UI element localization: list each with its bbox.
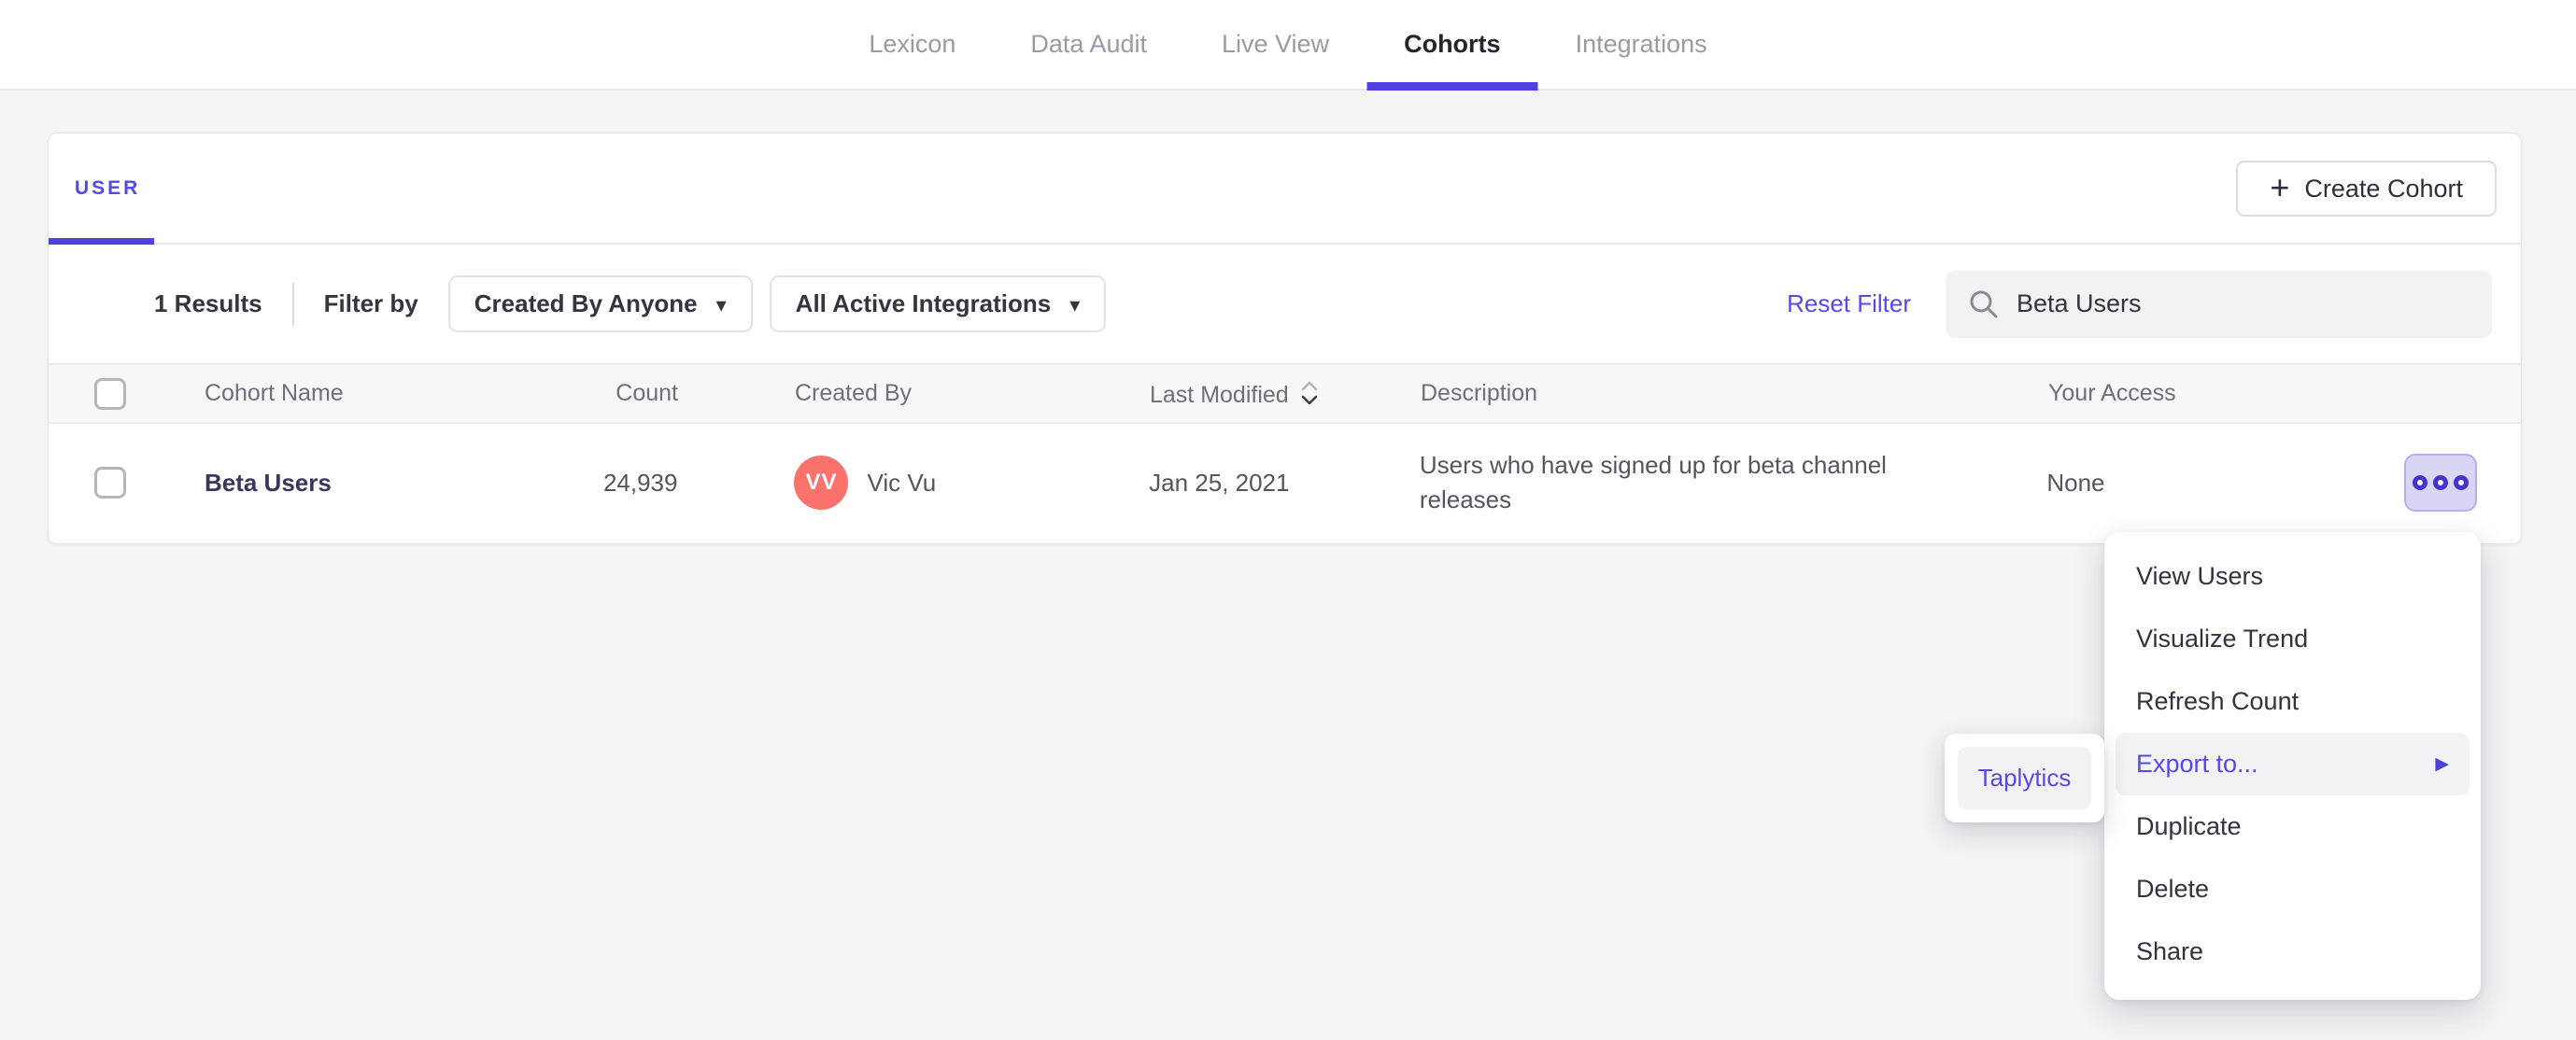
header-description: Description [1421, 379, 1538, 406]
user-tab-underline [49, 238, 154, 245]
tab-lexicon[interactable]: Lexicon [869, 0, 955, 89]
cohort-name-link[interactable]: Beta Users [205, 469, 332, 497]
tab-user-label: USER [75, 176, 141, 199]
chevron-down-icon: ▾ [715, 292, 727, 316]
header-count: Count [616, 380, 678, 406]
create-cohort-label: Create Cohort [2304, 174, 2463, 203]
tab-lexicon-label: Lexicon [869, 30, 956, 58]
created-by-dropdown[interactable]: Created By Anyone ▾ [447, 275, 753, 332]
search-icon [1970, 290, 1998, 317]
more-options-icon [2453, 475, 2469, 490]
more-options-button[interactable] [2403, 454, 2477, 512]
created-by-dropdown-value: Created By Anyone [474, 289, 698, 317]
reset-filter-link[interactable]: Reset Filter [1787, 289, 1911, 318]
menu-item-export-to-label: Export to... [2136, 750, 2258, 778]
cohorts-card: USER + Create Cohort 1 Results Filter by… [48, 133, 2522, 544]
submenu-arrow-icon: ▶ [2435, 754, 2449, 774]
menu-item-taplytics[interactable]: Taplytics [1958, 747, 2091, 809]
top-nav: Lexicon Data Audit Live View Cohorts Int… [0, 0, 2576, 91]
header-last-modified-label: Last Modified [1150, 382, 1289, 408]
tab-live-view[interactable]: Live View [1222, 0, 1329, 89]
actions-cell [2403, 454, 2477, 512]
active-tab-underline [1366, 82, 1538, 91]
results-count: 1 Results [154, 289, 262, 317]
header-created-by: Created By [795, 380, 913, 406]
cohort-name-cell: Beta Users [205, 469, 513, 498]
avatar: VV [794, 456, 849, 510]
header-your-access: Your Access [2048, 380, 2176, 406]
filter-by-label: Filter by [323, 289, 418, 317]
sort-icon[interactable] [1298, 378, 1321, 408]
more-options-icon [2432, 475, 2448, 490]
plus-icon: + [2270, 167, 2290, 206]
header-cohort-name: Cohort Name [205, 380, 344, 406]
menu-item-view-users[interactable]: View Users [2116, 545, 2470, 608]
chevron-down-icon: ▾ [1069, 292, 1081, 316]
tab-data-audit-label: Data Audit [1030, 30, 1147, 58]
vertical-divider [291, 282, 294, 326]
menu-item-delete[interactable]: Delete [2116, 858, 2470, 921]
create-cohort-button[interactable]: + Create Cohort [2236, 161, 2497, 217]
tab-live-view-label: Live View [1222, 30, 1330, 58]
more-options-icon [2412, 475, 2427, 490]
export-submenu: Taplytics [1945, 734, 2104, 822]
select-all-checkbox[interactable] [94, 377, 126, 410]
tab-integrations-label: Integrations [1575, 30, 1707, 58]
header-last-modified[interactable]: Last Modified [1150, 378, 1421, 409]
creator-name: Vic Vu [867, 468, 937, 497]
menu-item-duplicate[interactable]: Duplicate [2116, 795, 2470, 858]
tab-user[interactable]: USER [49, 134, 166, 245]
menu-item-share[interactable]: Share [2116, 921, 2470, 983]
description-cell: Users who have signed up for beta channe… [1419, 451, 1887, 513]
filter-bar: 1 Results Filter by Created By Anyone ▾ … [49, 245, 2521, 363]
count-cell: 24,939 [602, 468, 678, 497]
tab-cohorts[interactable]: Cohorts [1366, 0, 1538, 91]
tab-cohorts-label: Cohorts [1404, 30, 1501, 58]
table-header-row: Cohort Name Count Created By Last Modifi… [49, 363, 2521, 424]
tab-integrations[interactable]: Integrations [1576, 0, 1707, 89]
context-menu: View Users Visualize Trend Refresh Count… [2104, 532, 2481, 1000]
last-modified-cell: Jan 25, 2021 [1149, 468, 1290, 497]
search-input[interactable] [2017, 289, 2470, 318]
row-select-cell [94, 467, 128, 499]
card-tab-bar: USER + Create Cohort [49, 134, 2521, 245]
row-checkbox[interactable] [94, 467, 126, 499]
cohorts-page: Lexicon Data Audit Live View Cohorts Int… [0, 0, 2576, 1040]
menu-item-visualize-trend[interactable]: Visualize Trend [2116, 608, 2470, 670]
your-access-cell: None [2046, 468, 2105, 497]
integrations-dropdown-value: All Active Integrations [795, 289, 1052, 317]
menu-item-refresh-count[interactable]: Refresh Count [2116, 670, 2470, 733]
search-box[interactable] [1946, 270, 2492, 338]
menu-item-export-to[interactable]: Export to... ▶ [2116, 733, 2470, 795]
integrations-dropdown[interactable]: All Active Integrations ▾ [769, 275, 1107, 332]
select-all-cell [94, 377, 128, 410]
created-by-cell: VV Vic Vu [794, 456, 1149, 510]
table-row: Beta Users 24,939 VV Vic Vu Jan 25, 2021… [49, 424, 2521, 541]
tab-data-audit[interactable]: Data Audit [1030, 0, 1147, 89]
